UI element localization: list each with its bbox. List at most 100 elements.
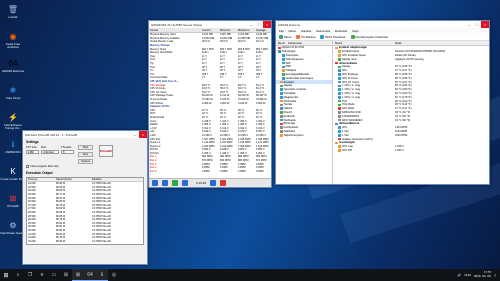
sensor-value: 1.248 V — [202, 119, 211, 123]
speaker-icon[interactable]: 🔊 — [458, 273, 462, 277]
start-button[interactable]: ⊞ — [0, 269, 12, 281]
aida64-window[interactable]: AIDA64 Extreme – □ × Fájl Nézet Jelentés Ke… — [275, 20, 490, 185]
aida64-title-bar[interactable]: AIDA64 Extreme – □ × — [276, 21, 489, 28]
sensor-value: 0 RPM — [256, 169, 264, 173]
menu-item[interactable]: Kedvencek — [316, 29, 330, 33]
settings-icon[interactable] — [210, 180, 217, 186]
column-header[interactable]: Maximum — [237, 29, 255, 32]
aida64-toolbar[interactable]: Riport PC Backup BIOS frissítések Illesztőp… — [276, 33, 489, 41]
tree-item[interactable]: Teljesítményteszt — [276, 133, 332, 137]
network-icon[interactable] — [162, 180, 168, 186]
table-row[interactable]: 32.000 80.82 M 0.17052744e+00 — [27, 240, 143, 244]
prime95-window[interactable]: Windows Prime95 v28.10 - 1 - Prime95 – ×… — [22, 130, 148, 265]
hwinfo-window[interactable]: HWiNFO64 v5.10-2550 Sensor Status – □ × … — [148, 20, 272, 188]
toolbar-button[interactable]: Riport — [279, 34, 291, 39]
tree-node-icon — [280, 84, 283, 88]
maximize-icon[interactable]: □ — [255, 21, 263, 28]
notification-icon[interactable]: ▯ — [494, 273, 496, 277]
tree-node-icon — [280, 92, 283, 95]
clock[interactable]: 17:57 2016. 03. 26. — [474, 271, 492, 278]
minimize-icon[interactable]: – — [247, 21, 255, 28]
close-icon[interactable]: × — [481, 21, 489, 28]
field-input[interactable]: 128K — [26, 150, 39, 154]
menu-item[interactable]: Eszközök — [335, 29, 347, 33]
sensor-value: 1.056 V — [202, 151, 211, 155]
sensor-value: 11 T — [238, 54, 243, 58]
table-header[interactable]: Speed (iter/s) — [56, 178, 92, 181]
desktop-icon[interactable]: ❄ Core Temp — [0, 81, 26, 108]
menu-item[interactable]: Jelentés — [301, 29, 311, 33]
aida64-tree-panel[interactable]: Menü Kedvencek AIDA64 v5.60.3700 Számítógé… — [276, 41, 333, 184]
sensor-row[interactable]: Fan 5 0 RPM 0 RPM 0 RPM 0 RPM — [149, 170, 271, 174]
sensor-value: 5.051 V — [256, 130, 265, 134]
tree-tab[interactable]: Menü — [278, 41, 285, 45]
minimize-icon[interactable]: – — [131, 131, 139, 138]
sensor-value: 0.960 V — [238, 148, 247, 152]
language-indicator[interactable]: HUN — [464, 273, 471, 277]
close-icon[interactable]: × — [139, 131, 147, 138]
report-icon[interactable] — [172, 180, 178, 186]
column-header[interactable]: Minimum — [219, 29, 237, 32]
hwinfo-task-icon[interactable]: ℹ — [96, 269, 108, 281]
aida64-task-icon[interactable]: 64 — [84, 269, 96, 281]
sensor-value: 26.1 % — [256, 40, 264, 44]
list-header[interactable]: Mező — [335, 41, 395, 45]
hwinfo-title-bar[interactable]: HWiNFO64 v5.10-2550 Sensor Status – □ × — [149, 21, 271, 28]
sensor-name: Memory Timings — [150, 44, 170, 48]
toolbar-button[interactable]: BIOS frissítések — [320, 34, 346, 39]
sensor-value: 11 T — [220, 54, 225, 58]
toolbar-button[interactable]: PC Backup — [296, 34, 316, 39]
start-button[interactable]: Start — [78, 145, 93, 150]
table-cell: 80.84 M — [56, 189, 66, 193]
field-icon — [338, 133, 341, 137]
field-value: 84 °C (183 °F) — [395, 88, 412, 92]
field-input[interactable]: Unlimited — [41, 150, 59, 154]
desktop-icon[interactable]: ◉ Avast Free Antivirus — [0, 27, 26, 54]
menu-item[interactable]: Fájl — [279, 29, 284, 33]
toolbar-label: PC Backup — [301, 34, 316, 39]
chrome-icon[interactable]: ◎ — [108, 269, 120, 281]
tree-node-icon — [280, 122, 283, 126]
tree-tab[interactable]: Kedvencek — [288, 41, 302, 45]
aida64-sensor-list[interactable]: Mező Érték Érzékelő tulajdonságai Érzékelő… — [333, 41, 489, 184]
sensor-value: 1.052 V — [256, 151, 265, 155]
clock-icon[interactable] — [182, 180, 188, 186]
file-explorer-icon[interactable]: ▭ — [48, 269, 60, 281]
column-header[interactable]: Sensor — [149, 29, 201, 32]
field-input[interactable]: 8 — [61, 150, 74, 154]
coretemp-icon: ❄ — [9, 85, 17, 95]
table-header[interactable]: Residue — [92, 178, 132, 181]
sensor-value: 84.0 °C — [238, 87, 247, 91]
list-header[interactable]: Érték — [395, 41, 475, 45]
table-header[interactable]: Time (s) — [28, 178, 56, 181]
close-sensors-icon[interactable] — [220, 180, 227, 186]
hwinfo-sensor-list[interactable]: Physical Memory Used 3,191 MB 3,067 MB 3,21… — [149, 33, 271, 180]
sensor-name: Tcas — [150, 54, 156, 58]
maximize-icon[interactable]: □ — [473, 21, 481, 28]
desktop-icon[interactable]: 64 AIDA64 Extreme — [0, 54, 26, 81]
checkbox-icon[interactable] — [26, 165, 29, 168]
prime95-title-bar[interactable]: Windows Prime95 v28.10 - 1 - Prime95 – × — [23, 131, 147, 138]
edge-icon[interactable]: e — [36, 269, 48, 281]
task-view-icon[interactable]: ❐ — [24, 269, 36, 281]
prime95-task-icon[interactable]: ⊠ — [72, 269, 84, 281]
stop-button[interactable]: Stop — [78, 152, 93, 157]
minimize-icon[interactable]: – — [465, 21, 473, 28]
field-value: 45 °C (113 °F) — [395, 103, 412, 107]
options-button[interactable]: Options — [78, 159, 93, 164]
close-icon[interactable]: × — [263, 21, 271, 28]
store-icon[interactable]: ⊞ — [60, 269, 72, 281]
column-header[interactable]: Current — [201, 29, 219, 32]
sensor-row[interactable]: CPU VID 1.250 V — [333, 149, 489, 153]
output-table[interactable]: Time (s) Speed (iter/s) Residue 24.000 80.8… — [26, 177, 144, 245]
search-icon[interactable]: ⌕ — [12, 269, 24, 281]
menu-item[interactable]: Súgó — [352, 29, 359, 33]
sensor-value: 42 °C — [238, 115, 245, 119]
sensor-value: 0 RPM — [256, 162, 264, 166]
arrows-icon[interactable] — [152, 180, 158, 186]
menu-item[interactable]: Nézet — [289, 29, 296, 33]
toolbar-button[interactable]: Illesztőprogram frissítések — [350, 34, 388, 39]
desktop-icon[interactable]: 🗑 Lomtár — [0, 0, 26, 27]
column-header[interactable]: Average — [255, 29, 271, 32]
sensor-value: 5.040 V — [220, 130, 229, 134]
